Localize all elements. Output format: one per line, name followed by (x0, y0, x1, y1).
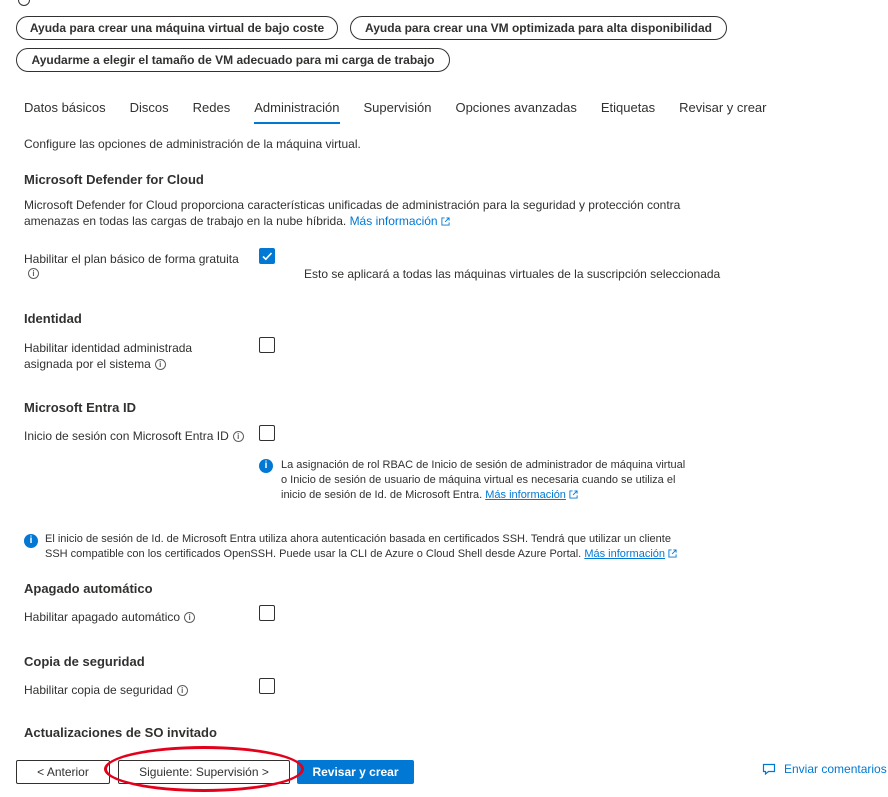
defender-description: Microsoft Defender for Cloud proporciona… (24, 197, 724, 229)
help-low-cost-vm-button[interactable]: Ayuda para crear una máquina virtual de … (16, 16, 338, 40)
feedback-icon (762, 763, 776, 776)
info-icon[interactable]: i (232, 431, 244, 443)
tab-tags[interactable]: Etiquetas (601, 100, 655, 128)
entra-rbac-more-info-link[interactable]: Más información (485, 489, 578, 501)
backup-checkbox[interactable] (259, 678, 275, 694)
backup-label: Habilitar copia de seguridad i (24, 682, 188, 698)
entra-heading: Microsoft Entra ID (24, 400, 136, 415)
entra-login-checkbox[interactable] (259, 425, 275, 441)
entra-login-label: Inicio de sesión con Microsoft Entra ID i (24, 428, 244, 444)
defender-enable-checkbox[interactable] (259, 248, 275, 264)
external-link-icon (569, 490, 578, 499)
footer-divider (0, 743, 888, 744)
identity-checkbox[interactable] (259, 337, 275, 353)
defender-heading: Microsoft Defender for Cloud (24, 172, 204, 187)
entra-ssh-info: El inicio de sesión de Id. de Microsoft … (45, 532, 735, 562)
defender-description-line2: amenazas en todas las cargas de trabajo … (24, 214, 347, 228)
backup-heading: Copia de seguridad (24, 654, 145, 669)
autoshutdown-label: Habilitar apagado automático i (24, 609, 196, 625)
info-icon[interactable]: i (28, 268, 39, 279)
tab-management[interactable]: Administración (254, 100, 340, 128)
wizard-tabs: Datos básicos Discos Redes Administració… (24, 100, 791, 128)
tab-basics[interactable]: Datos básicos (24, 100, 106, 128)
partial-icon (18, 0, 30, 6)
entra-ssh-info-line1: El inicio de sesión de Id. de Microsoft … (45, 533, 671, 545)
entra-rbac-info-line2: o Inicio de sesión de usuario de máquina… (281, 474, 676, 486)
autoshutdown-heading: Apagado automático (24, 581, 153, 596)
defender-enable-label: Habilitar el plan básico de forma gratui… (24, 252, 239, 266)
defender-more-info-link[interactable]: Más información (350, 214, 450, 228)
identity-label: Habilitar identidad administrada asignad… (24, 340, 192, 372)
entra-ssh-more-info-link[interactable]: Más información (584, 548, 677, 560)
identity-heading: Identidad (24, 311, 82, 326)
guest-updates-heading: Actualizaciones de SO invitado (24, 725, 217, 740)
info-icon[interactable]: i (154, 359, 166, 371)
next-monitoring-button[interactable]: Siguiente: Supervisión > (118, 760, 290, 784)
external-link-icon (441, 217, 450, 226)
info-icon[interactable]: i (184, 612, 196, 624)
external-link-icon (668, 549, 677, 558)
autoshutdown-checkbox[interactable] (259, 605, 275, 621)
help-vm-size-button[interactable]: Ayudarme a elegir el tamaño de VM adecua… (16, 48, 450, 72)
entra-rbac-info-line1: La asignación de rol RBAC de Inicio de s… (281, 459, 686, 471)
tab-review-create[interactable]: Revisar y crear (679, 100, 766, 128)
tab-monitoring[interactable]: Supervisión (364, 100, 432, 128)
feedback-link[interactable]: Enviar comentarios (762, 762, 887, 776)
entra-rbac-info-line3: inicio de sesión de Id. de Microsoft Ent… (281, 489, 483, 501)
tab-disks[interactable]: Discos (130, 100, 169, 128)
info-icon[interactable]: i (176, 685, 188, 697)
defender-enable-note: Esto se aplicará a todas las máquinas vi… (304, 267, 721, 281)
tab-advanced[interactable]: Opciones avanzadas (455, 100, 576, 128)
tab-networking[interactable]: Redes (193, 100, 231, 128)
help-high-availability-vm-button[interactable]: Ayuda para crear una VM optimizada para … (350, 16, 727, 40)
info-filled-icon: i (24, 534, 38, 548)
identity-label-line1: Habilitar identidad administrada (24, 341, 193, 355)
intro-text: Configure las opciones de administración… (24, 137, 361, 151)
previous-button[interactable]: < Anterior (16, 760, 110, 784)
info-filled-icon: i (259, 459, 273, 473)
entra-ssh-info-line2: SSH compatible con los certificados Open… (45, 548, 582, 560)
checkmark-icon (262, 252, 273, 261)
identity-label-line2: asignada por el sistema (24, 357, 151, 371)
review-create-button[interactable]: Revisar y crear (297, 760, 414, 784)
defender-description-line1: Microsoft Defender for Cloud proporciona… (24, 198, 681, 212)
entra-rbac-info: La asignación de rol RBAC de Inicio de s… (281, 458, 701, 503)
